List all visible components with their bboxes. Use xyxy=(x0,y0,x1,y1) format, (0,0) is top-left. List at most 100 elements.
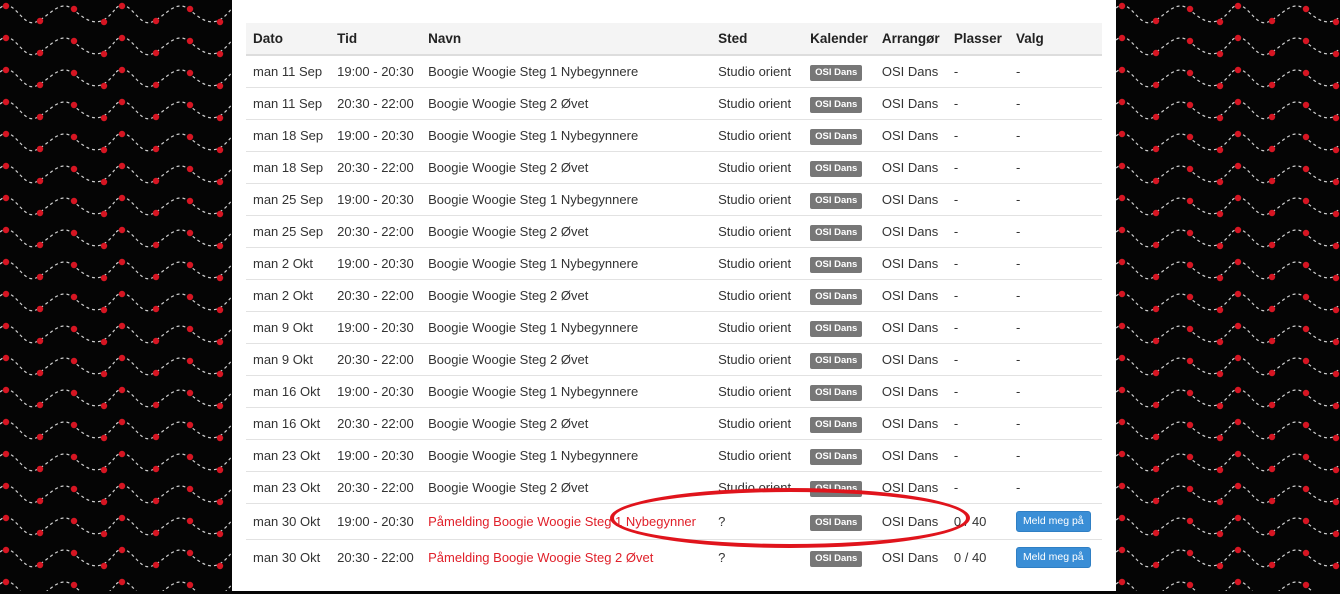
table-row: man 25 Sep 19:00 - 20:30 Boogie Woogie Ste… xyxy=(246,183,1102,216)
table-row: man 23 Okt 20:30 - 22:00 Boogie Woogie Ste… xyxy=(246,471,1102,504)
cell-arrangor: OSI Dans xyxy=(874,54,947,88)
header-tid: Tid xyxy=(330,23,422,56)
cell-dato: man 30 Okt xyxy=(246,539,331,575)
calendar-label[interactable]: OSI Dans xyxy=(810,64,863,81)
cell-dato: man 11 Sep xyxy=(246,87,331,120)
cell-sted: Studio orient xyxy=(711,247,804,280)
cell-arrangor: OSI Dans xyxy=(874,247,947,280)
cell-tid: 19:00 - 20:30 xyxy=(330,439,422,472)
cell-navn: Boogie Woogie Steg 2 Øvet xyxy=(421,215,712,248)
cell-valg: - xyxy=(1008,87,1102,120)
cell-kalender: OSI Dans xyxy=(803,375,875,408)
calendar-label[interactable]: OSI Dans xyxy=(810,96,863,113)
cell-tid: 20:30 - 22:00 xyxy=(330,215,422,248)
table-row: man 16 Okt 20:30 - 22:00 Boogie Woogie Ste… xyxy=(246,407,1102,440)
calendar-label[interactable]: OSI Dans xyxy=(810,224,863,241)
cell-navn: Boogie Woogie Steg 2 Øvet xyxy=(421,279,712,312)
cell-tid: 19:00 - 20:30 xyxy=(330,54,422,88)
cell-dato: man 16 Okt xyxy=(246,375,331,408)
cell-valg: - xyxy=(1008,375,1102,408)
cell-kalender: OSI Dans xyxy=(803,407,875,440)
cell-arrangor: OSI Dans xyxy=(874,471,947,504)
table-row: man 11 Sep 19:00 - 20:30 Boogie Woogie Ste… xyxy=(246,54,1102,88)
table-row: man 9 Okt 20:30 - 22:00 Boogie Woogie Steg… xyxy=(246,343,1102,376)
cell-arrangor: OSI Dans xyxy=(874,311,947,344)
cell-valg: - xyxy=(1008,311,1102,344)
cell-kalender: OSI Dans xyxy=(803,471,875,504)
cell-arrangor: OSI Dans xyxy=(874,279,947,312)
calendar-label[interactable]: OSI Dans xyxy=(810,160,863,177)
cell-plasser: - xyxy=(946,375,1009,408)
header-valg: Valg xyxy=(1008,23,1102,56)
signup-button[interactable]: Meld meg på xyxy=(1015,511,1091,532)
cell-dato: man 9 Okt xyxy=(246,343,331,376)
cell-valg: - xyxy=(1008,407,1102,440)
cell-navn: Boogie Woogie Steg 1 Nybegynnere xyxy=(421,119,712,152)
cell-plasser: - xyxy=(946,247,1009,280)
cell-sted: Studio orient xyxy=(711,279,804,312)
table-row: man 30 Okt 19:00 - 20:30 Påmelding Boogie … xyxy=(246,503,1102,540)
cell-sted: Studio orient xyxy=(711,215,804,248)
signup-button[interactable]: Meld meg på xyxy=(1015,547,1091,568)
cell-dato: man 16 Okt xyxy=(246,407,331,440)
cell-valg: - xyxy=(1008,54,1102,88)
cell-tid: 19:00 - 20:30 xyxy=(330,183,422,216)
calendar-label[interactable]: OSI Dans xyxy=(810,128,863,145)
event-link[interactable]: Påmelding Boogie Woogie Steg 2 Øvet xyxy=(428,550,653,565)
calendar-label[interactable]: OSI Dans xyxy=(810,416,863,433)
calendar-label[interactable]: OSI Dans xyxy=(810,320,863,337)
wave-pattern xyxy=(1116,0,1340,591)
table-row: man 11 Sep 20:30 - 22:00 Boogie Woogie Ste… xyxy=(246,87,1102,120)
table-row: man 16 Okt 19:00 - 20:30 Boogie Woogie Ste… xyxy=(246,375,1102,408)
cell-kalender: OSI Dans xyxy=(803,183,875,216)
cell-plasser: - xyxy=(946,151,1009,184)
cell-plasser: - xyxy=(946,343,1009,376)
calendar-label[interactable]: OSI Dans xyxy=(810,480,863,497)
table-row: man 30 Okt 20:30 - 22:00 Påmelding Boogie … xyxy=(246,539,1102,575)
cell-navn: Boogie Woogie Steg 1 Nybegynnere xyxy=(421,311,712,344)
calendar-label[interactable]: OSI Dans xyxy=(810,352,863,369)
cell-sted: Studio orient xyxy=(711,311,804,344)
background-pattern-left xyxy=(0,0,232,591)
cell-navn: Boogie Woogie Steg 1 Nybegynnere xyxy=(421,439,712,472)
calendar-label[interactable]: OSI Dans xyxy=(810,384,863,401)
cell-valg: - xyxy=(1008,343,1102,376)
cell-tid: 20:30 - 22:00 xyxy=(330,279,422,312)
calendar-label[interactable]: OSI Dans xyxy=(810,288,863,305)
cell-kalender: OSI Dans xyxy=(803,87,875,120)
calendar-label[interactable]: OSI Dans xyxy=(810,256,863,273)
cell-plasser: 0 / 40 xyxy=(946,539,1009,575)
cell-plasser: - xyxy=(946,87,1009,120)
event-link[interactable]: Påmelding Boogie Woogie Steg 1 Nybegynne… xyxy=(428,514,696,529)
cell-tid: 19:00 - 20:30 xyxy=(330,119,422,152)
cell-arrangor: OSI Dans xyxy=(874,183,947,216)
cell-tid: 19:00 - 20:30 xyxy=(330,311,422,344)
cell-navn: Boogie Woogie Steg 1 Nybegynnere xyxy=(421,183,712,216)
cell-plasser: - xyxy=(946,183,1009,216)
cell-dato: man 2 Okt xyxy=(246,247,331,280)
cell-plasser: - xyxy=(946,279,1009,312)
calendar-label[interactable]: OSI Dans xyxy=(810,514,863,531)
cell-arrangor: OSI Dans xyxy=(874,215,947,248)
cell-sted: Studio orient xyxy=(711,343,804,376)
cell-tid: 20:30 - 22:00 xyxy=(330,539,422,575)
cell-valg: - xyxy=(1008,215,1102,248)
cell-valg: - xyxy=(1008,247,1102,280)
cell-kalender: OSI Dans xyxy=(803,119,875,152)
calendar-label[interactable]: OSI Dans xyxy=(810,550,863,567)
cell-valg: Meld meg på xyxy=(1008,503,1102,540)
cell-plasser: 0 / 40 xyxy=(946,503,1009,540)
cell-valg: - xyxy=(1008,471,1102,504)
cell-dato: man 25 Sep xyxy=(246,183,331,216)
cell-navn: Boogie Woogie Steg 1 Nybegynnere xyxy=(421,247,712,280)
cell-plasser: - xyxy=(946,311,1009,344)
cell-sted: Studio orient xyxy=(711,439,804,472)
cell-tid: 19:00 - 20:30 xyxy=(330,503,422,540)
calendar-label[interactable]: OSI Dans xyxy=(810,448,863,465)
cell-valg: - xyxy=(1008,439,1102,472)
header-navn: Navn xyxy=(421,23,712,56)
cell-dato: man 23 Okt xyxy=(246,439,331,472)
header-sted: Sted xyxy=(711,23,804,56)
content-panel: Dato Tid Navn Sted Kalender Arrangør Pla… xyxy=(232,0,1116,591)
calendar-label[interactable]: OSI Dans xyxy=(810,192,863,209)
